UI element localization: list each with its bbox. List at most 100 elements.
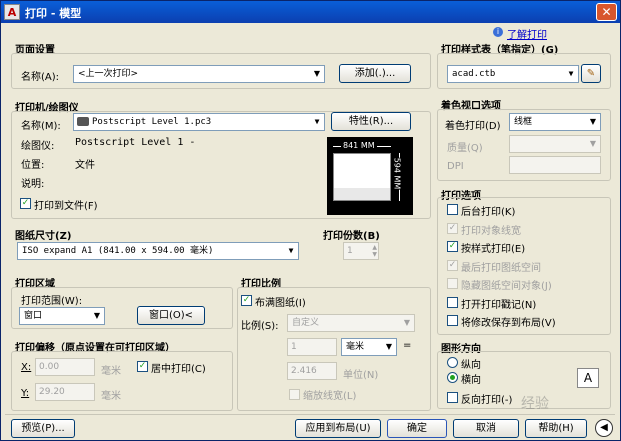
paper-size-section-title: 图纸尺寸(Z)	[15, 231, 72, 242]
plotter-value: Postscript Level 1 -	[75, 137, 196, 148]
print-to-file-checkbox[interactable]: ✓	[20, 198, 31, 209]
printer-properties-button[interactable]: 特性(R)...	[331, 112, 411, 131]
center-plot-checkbox[interactable]: ✓	[137, 361, 148, 372]
plot-option-checkbox[interactable]	[447, 315, 458, 326]
plot-option-label[interactable]: 打开打印戳记(N)	[461, 296, 536, 311]
chevron-down-icon: ▼	[90, 308, 104, 324]
pen-edit-icon: ✎	[586, 68, 596, 79]
scale-unit-select[interactable]: 毫米 ▼	[341, 338, 397, 356]
chevron-down-icon: ▼	[400, 315, 414, 331]
learn-printing-link[interactable]: 了解打印	[507, 26, 547, 41]
chevron-down-icon: ▼	[382, 339, 396, 355]
page-setup-name-value: <上一次打印>	[78, 69, 139, 79]
offset-y-label: Y:	[21, 388, 30, 399]
shade-plot-value: 线框	[514, 117, 533, 127]
plot-option-label[interactable]: 隐藏图纸空间对象(J)	[461, 277, 552, 292]
print-dialog: A 打印 - 模型 ✕ i 了解打印 页面设置 名称(A): <上一次打印> ▼…	[0, 0, 621, 441]
chevron-down-icon: ▼	[586, 136, 600, 152]
plot-option-checkbox[interactable]: ✓	[447, 222, 458, 234]
paper-preview: 841 MM 594 MM	[327, 137, 413, 215]
offset-x-field[interactable]: 0.00	[35, 358, 95, 376]
preview-button[interactable]: 预览(P)...	[11, 419, 75, 438]
plot-style-select[interactable]: acad.ctb ▼	[447, 65, 579, 83]
center-plot-label[interactable]: 居中打印(C)	[151, 360, 206, 375]
landscape-label[interactable]: 横向	[461, 371, 481, 386]
chevron-down-icon: ▼	[564, 66, 578, 82]
quality-select[interactable]: ▼	[509, 135, 601, 153]
dpi-field[interactable]	[509, 156, 601, 174]
copies-value: 1	[347, 246, 353, 256]
footer-separator	[5, 414, 615, 415]
description-label: 说明:	[21, 179, 45, 190]
chevron-down-icon: ▼	[310, 114, 324, 130]
plotter-label: 绘图仪:	[21, 141, 55, 152]
scale-numerator-field[interactable]: 1	[287, 338, 337, 356]
spinner-icon: ▲ ▼	[372, 244, 377, 258]
plot-style-value: acad.ctb	[452, 69, 496, 79]
plot-option-label[interactable]: 将修改保存到布局(V)	[461, 314, 556, 329]
quality-label: 质量(Q)	[447, 143, 483, 154]
printer-name-label: 名称(M):	[21, 121, 61, 132]
shade-plot-select[interactable]: 线框 ▼	[509, 113, 601, 131]
offset-y-field[interactable]: 29.20	[35, 383, 95, 401]
plot-option-label[interactable]: 打印对象线宽	[461, 222, 521, 237]
offset-x-unit: 毫米	[101, 366, 121, 377]
plot-range-value: 窗口	[24, 311, 43, 321]
plot-option-checkbox[interactable]	[447, 278, 458, 289]
scale-unit-value: 毫米	[346, 342, 365, 352]
orientation-preview-icon: A	[577, 368, 599, 388]
watermark-text: 经验	[521, 396, 549, 412]
reverse-plot-label[interactable]: 反向打印(-)	[461, 391, 512, 406]
paper-width-label: 841 MM	[341, 141, 377, 150]
portrait-label[interactable]: 纵向	[461, 356, 481, 371]
print-to-file-label[interactable]: 打印到文件(F)	[34, 197, 98, 212]
window-pick-button[interactable]: 窗口(O)<	[137, 306, 205, 325]
location-label: 位置:	[21, 160, 45, 171]
fit-to-paper-label[interactable]: 布满图纸(I)	[255, 294, 306, 309]
shade-plot-label: 着色打印(D)	[445, 121, 501, 132]
scale-label: 比例(S):	[241, 321, 279, 332]
apply-to-layout-button[interactable]: 应用到布局(U)	[295, 419, 381, 438]
plot-option-checkbox[interactable]: ✓	[447, 241, 458, 252]
edit-plot-style-button[interactable]: ✎	[581, 64, 601, 83]
page-setup-name-select[interactable]: <上一次打印> ▼	[73, 65, 325, 83]
info-icon: i	[493, 27, 503, 37]
printer-name-select[interactable]: Postscript Level 1.pc3 ▼	[73, 113, 325, 131]
scale-select[interactable]: 自定义 ▼	[287, 314, 415, 332]
offset-y-unit: 毫米	[101, 391, 121, 402]
paper-size-value: ISO expand A1 (841.00 x 594.00 毫米)	[22, 246, 214, 256]
page-setup-name-label: 名称(A):	[21, 72, 60, 83]
collapse-arrow-button[interactable]: ◀	[595, 419, 613, 437]
copies-section-title: 打印份数(B)	[323, 231, 380, 242]
reverse-plot-checkbox[interactable]	[447, 392, 458, 403]
scale-lineweights-checkbox[interactable]	[289, 389, 300, 400]
printer-icon	[77, 117, 89, 126]
scale-value: 自定义	[292, 318, 320, 328]
plot-option-checkbox[interactable]	[447, 296, 458, 308]
close-button[interactable]: ✕	[596, 3, 617, 21]
help-button[interactable]: 帮助(H)	[525, 419, 587, 438]
plot-option-label[interactable]: 后台打印(K)	[461, 203, 515, 218]
plot-option-checkbox[interactable]	[447, 204, 458, 215]
add-page-setup-button[interactable]: 添加(.)...	[339, 64, 411, 83]
paper-height-label: 594 MM	[392, 157, 402, 190]
copies-field[interactable]: 1 ▲ ▼	[343, 242, 379, 260]
plot-range-label: 打印范围(W):	[21, 296, 83, 307]
plot-option-label[interactable]: 按样式打印(E)	[461, 240, 525, 255]
printer-name-value: Postscript Level 1.pc3	[92, 117, 212, 127]
plot-option-checkbox[interactable]: ✓	[447, 259, 458, 271]
chevron-down-icon: ▼	[586, 114, 600, 130]
scale-lineweights-label[interactable]: 缩放线宽(L)	[303, 387, 356, 402]
ok-button[interactable]: 确定	[387, 419, 447, 438]
chevron-down-icon: ▼	[310, 66, 324, 82]
plot-range-select[interactable]: 窗口 ▼	[19, 307, 105, 325]
landscape-radio[interactable]	[447, 372, 458, 383]
cancel-button[interactable]: 取消	[453, 419, 519, 438]
title-bar: A 打印 - 模型 ✕	[1, 1, 620, 23]
location-value: 文件	[75, 160, 95, 171]
fit-to-paper-checkbox[interactable]: ✓	[241, 295, 252, 306]
plot-option-label[interactable]: 最后打印图纸空间	[461, 259, 541, 274]
paper-size-select[interactable]: ISO expand A1 (841.00 x 594.00 毫米) ▼	[17, 242, 299, 260]
scale-denominator-field[interactable]: 2.416	[287, 362, 337, 380]
portrait-radio[interactable]	[447, 357, 458, 368]
